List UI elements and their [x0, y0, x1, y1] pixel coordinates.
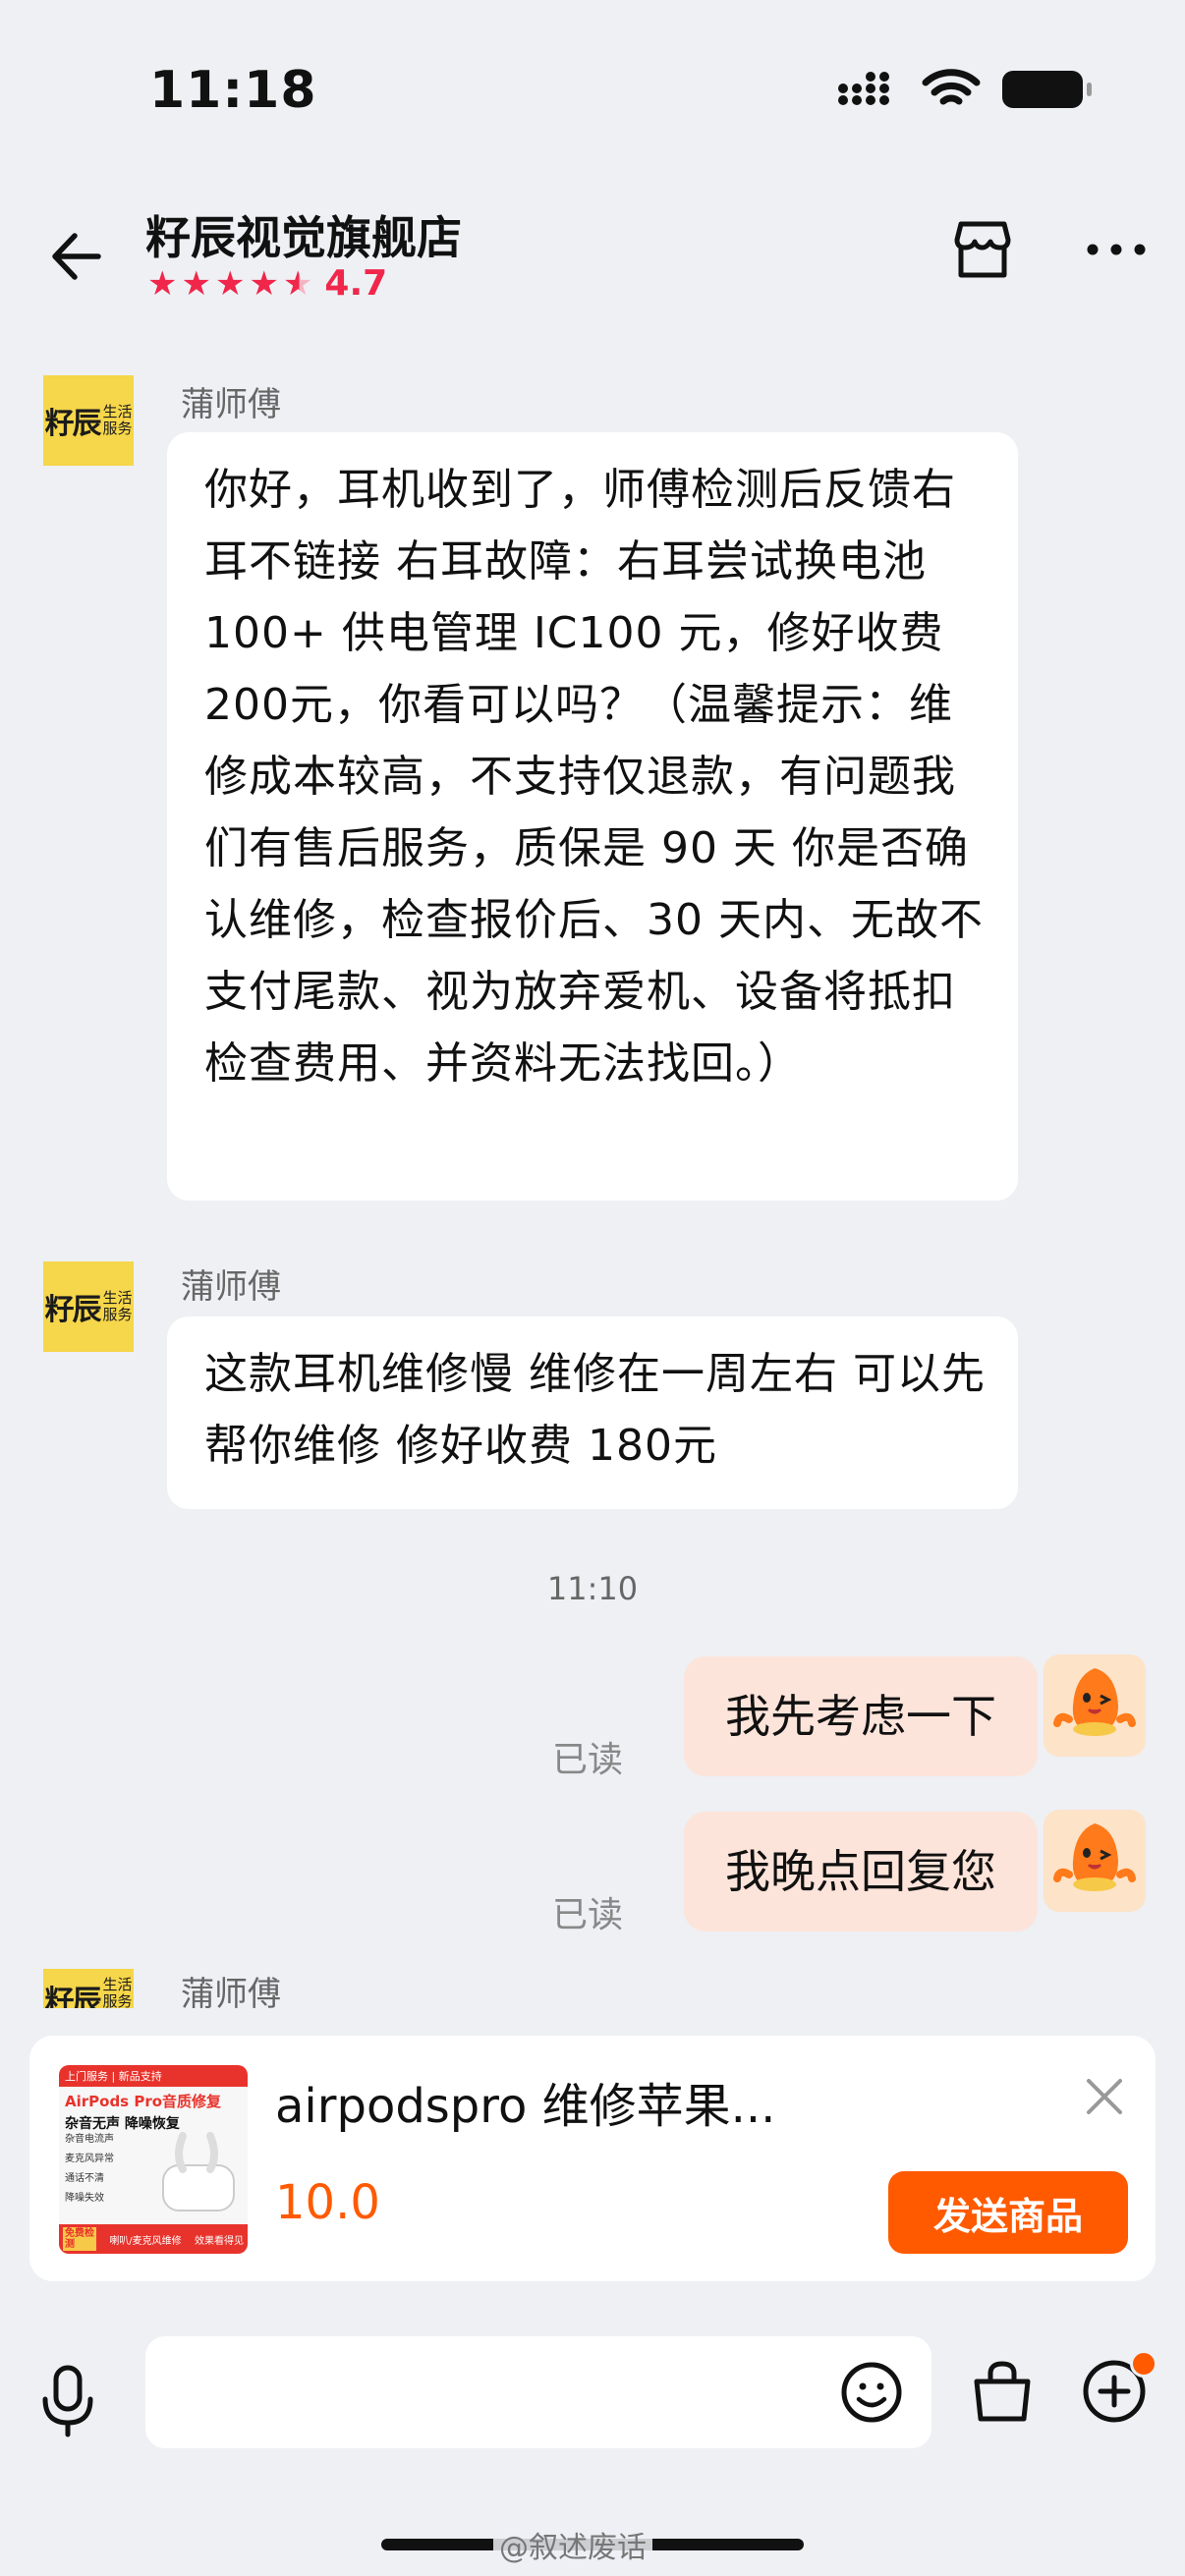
- star-icon: ★: [214, 263, 246, 304]
- read-status: 已读: [552, 1740, 624, 1780]
- airpods-case-icon: [162, 2132, 235, 2212]
- store-icon[interactable]: [945, 212, 1020, 287]
- send-product-button[interactable]: 发送商品: [888, 2171, 1128, 2254]
- star-icon: ★: [181, 263, 211, 304]
- product-thumbnail[interactable]: 上门服务 | 新品支持 AirPods Pro音质修复 杂音无声 降噪恢复 杂音…: [59, 2065, 248, 2254]
- incoming-message[interactable]: 这款耳机维修慢 维修在一周左右 可以先帮你维修 修好收费 180元: [167, 1316, 1018, 1509]
- sender-name: 蒲师傅: [181, 1267, 281, 1307]
- sender-name: 蒲师傅: [181, 385, 281, 424]
- cellular-signal-icon: [838, 72, 889, 105]
- product-card[interactable]: 上门服务 | 新品支持 AirPods Pro音质修复 杂音无声 降噪恢复 杂音…: [29, 2036, 1156, 2281]
- rating-value: 4.7: [324, 263, 388, 304]
- message-input[interactable]: [145, 2336, 931, 2448]
- product-price: 10.0: [275, 2175, 380, 2230]
- battery-icon: [1002, 71, 1092, 108]
- more-options-icon[interactable]: [1079, 212, 1154, 287]
- chat-header: 籽辰视觉旗舰店 ★ ★ ★ ★ ★ 4.7: [0, 187, 1185, 314]
- wifi-icon: [922, 69, 981, 105]
- mascot-avatar-icon: [1053, 1823, 1136, 1891]
- timestamp-divider: 11:10: [546, 1570, 639, 1607]
- star-icon: ★: [249, 263, 279, 304]
- notification-dot: [1130, 2350, 1157, 2378]
- emoji-icon[interactable]: [839, 2360, 904, 2425]
- watermark-text: @叙述废话: [493, 2523, 652, 2566]
- shop-avatar[interactable]: 籽辰 生活服务: [43, 1969, 134, 2008]
- shop-name[interactable]: 籽辰视觉旗舰店: [145, 202, 462, 267]
- shop-avatar[interactable]: 籽辰 生活服务: [43, 375, 134, 466]
- incoming-message[interactable]: 你好，耳机收到了，师傅检测后反馈右耳不链接 右耳故障：右耳尝试换电池 100+ …: [167, 432, 1018, 1201]
- outgoing-message[interactable]: 我先考虑一下: [684, 1656, 1038, 1776]
- product-title[interactable]: airpodspro 维修苹果...: [275, 2067, 775, 2136]
- user-avatar[interactable]: [1044, 1810, 1146, 1912]
- close-icon[interactable]: [1079, 2071, 1130, 2122]
- status-time: 11:18: [149, 61, 317, 120]
- sender-name: 蒲师傅: [181, 1975, 281, 2014]
- mascot-avatar-icon: [1053, 1668, 1136, 1736]
- shopping-bag-icon[interactable]: [967, 2356, 1038, 2427]
- half-star-icon: ★: [282, 263, 313, 304]
- outgoing-message[interactable]: 我晚点回复您: [684, 1812, 1038, 1932]
- shop-avatar[interactable]: 籽辰 生活服务: [43, 1261, 134, 1352]
- back-arrow-icon[interactable]: [43, 222, 112, 291]
- shop-rating: ★ ★ ★ ★ ★ 4.7: [147, 263, 387, 304]
- star-icon: ★: [147, 263, 178, 304]
- user-avatar[interactable]: [1044, 1654, 1146, 1757]
- microphone-icon[interactable]: [35, 2362, 100, 2440]
- status-bar: 11:18: [0, 0, 1185, 187]
- input-bar: [0, 2321, 1185, 2478]
- read-status: 已读: [552, 1895, 624, 1935]
